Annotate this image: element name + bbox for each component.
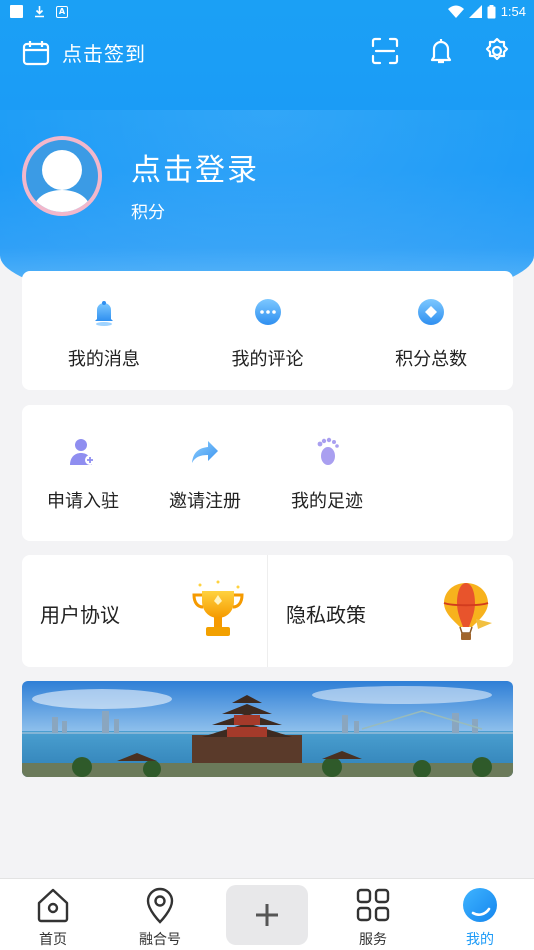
notification-square-icon: [10, 5, 23, 18]
city-landscape-image: [22, 681, 513, 777]
policy-cards: 用户协议 隐私政策: [22, 555, 513, 667]
calendar-icon: [22, 40, 50, 65]
grid-icon: [356, 888, 390, 922]
promo-banner[interactable]: [22, 681, 513, 777]
comment-icon: [254, 299, 281, 325]
bottom-nav: 首页 融合号 服务 我的: [0, 878, 534, 950]
status-time: 1:54: [500, 4, 526, 19]
more-actions-card: 申请入驻 邀请注册 我的足迹: [22, 405, 513, 541]
trophy-icon: [192, 580, 244, 636]
home-icon: [37, 888, 69, 923]
points-label: 积分: [131, 203, 165, 223]
nav-services[interactable]: 服务: [333, 885, 413, 949]
location-pin-icon: [146, 887, 174, 924]
user-agreement-label: 用户协议: [40, 603, 120, 627]
points-icon: [418, 299, 445, 325]
footprint-icon: [317, 437, 339, 465]
add-user-icon: [70, 439, 95, 465]
hot-air-balloon-icon: [443, 583, 492, 640]
my-footprint-button[interactable]: 我的足迹: [266, 405, 388, 541]
app-notification-icon: A: [56, 5, 68, 18]
status-bar: A 1:54: [0, 0, 534, 26]
signal-icon: [468, 5, 482, 18]
nav-home-label: 首页: [39, 932, 67, 948]
bell-icon[interactable]: [426, 36, 456, 66]
top-bar: 点击签到: [0, 34, 534, 74]
avatar[interactable]: [22, 136, 102, 216]
my-comments-label: 我的评论: [231, 349, 304, 370]
user-agreement-card[interactable]: 用户协议: [22, 555, 268, 667]
checkin-label: 点击签到: [62, 42, 146, 66]
my-messages-label: 我的消息: [67, 349, 140, 370]
nav-mine[interactable]: 我的: [440, 885, 520, 949]
my-messages-button[interactable]: 我的消息: [22, 271, 186, 390]
privacy-policy-card[interactable]: 隐私政策: [268, 555, 513, 667]
my-footprint-label: 我的足迹: [291, 491, 363, 512]
battery-icon: [487, 4, 496, 18]
bell-icon: [94, 301, 113, 326]
wifi-icon: [447, 5, 464, 18]
publish-plus-button[interactable]: [226, 885, 308, 945]
privacy-policy-label: 隐私政策: [286, 603, 366, 627]
scan-icon[interactable]: [370, 36, 400, 66]
share-arrow-icon: [192, 441, 218, 463]
nav-home[interactable]: 首页: [13, 885, 93, 949]
invite-register-button[interactable]: 邀请注册: [144, 405, 266, 541]
gear-icon[interactable]: [482, 36, 512, 66]
nav-fusion-label: 融合号: [139, 932, 181, 948]
apply-join-button[interactable]: 申请入驻: [22, 405, 144, 541]
quick-actions-card: 我的消息 我的评论 积分总数: [22, 271, 513, 390]
apply-join-label: 申请入驻: [47, 491, 119, 512]
nav-mine-label: 我的: [466, 932, 494, 948]
my-comments-button[interactable]: 我的评论: [186, 271, 350, 390]
nav-fusion[interactable]: 融合号: [120, 885, 200, 949]
nav-services-label: 服务: [359, 932, 387, 948]
login-button[interactable]: 点击登录: [131, 145, 259, 189]
total-points-button[interactable]: 积分总数: [349, 271, 513, 390]
download-icon: [35, 6, 44, 18]
total-points-label: 积分总数: [395, 349, 468, 370]
invite-register-label: 邀请注册: [169, 491, 241, 512]
profile-circle-icon: [463, 888, 497, 922]
checkin-button[interactable]: 点击签到: [22, 38, 146, 67]
default-avatar-icon: [32, 150, 92, 212]
plus-icon: [256, 904, 278, 926]
